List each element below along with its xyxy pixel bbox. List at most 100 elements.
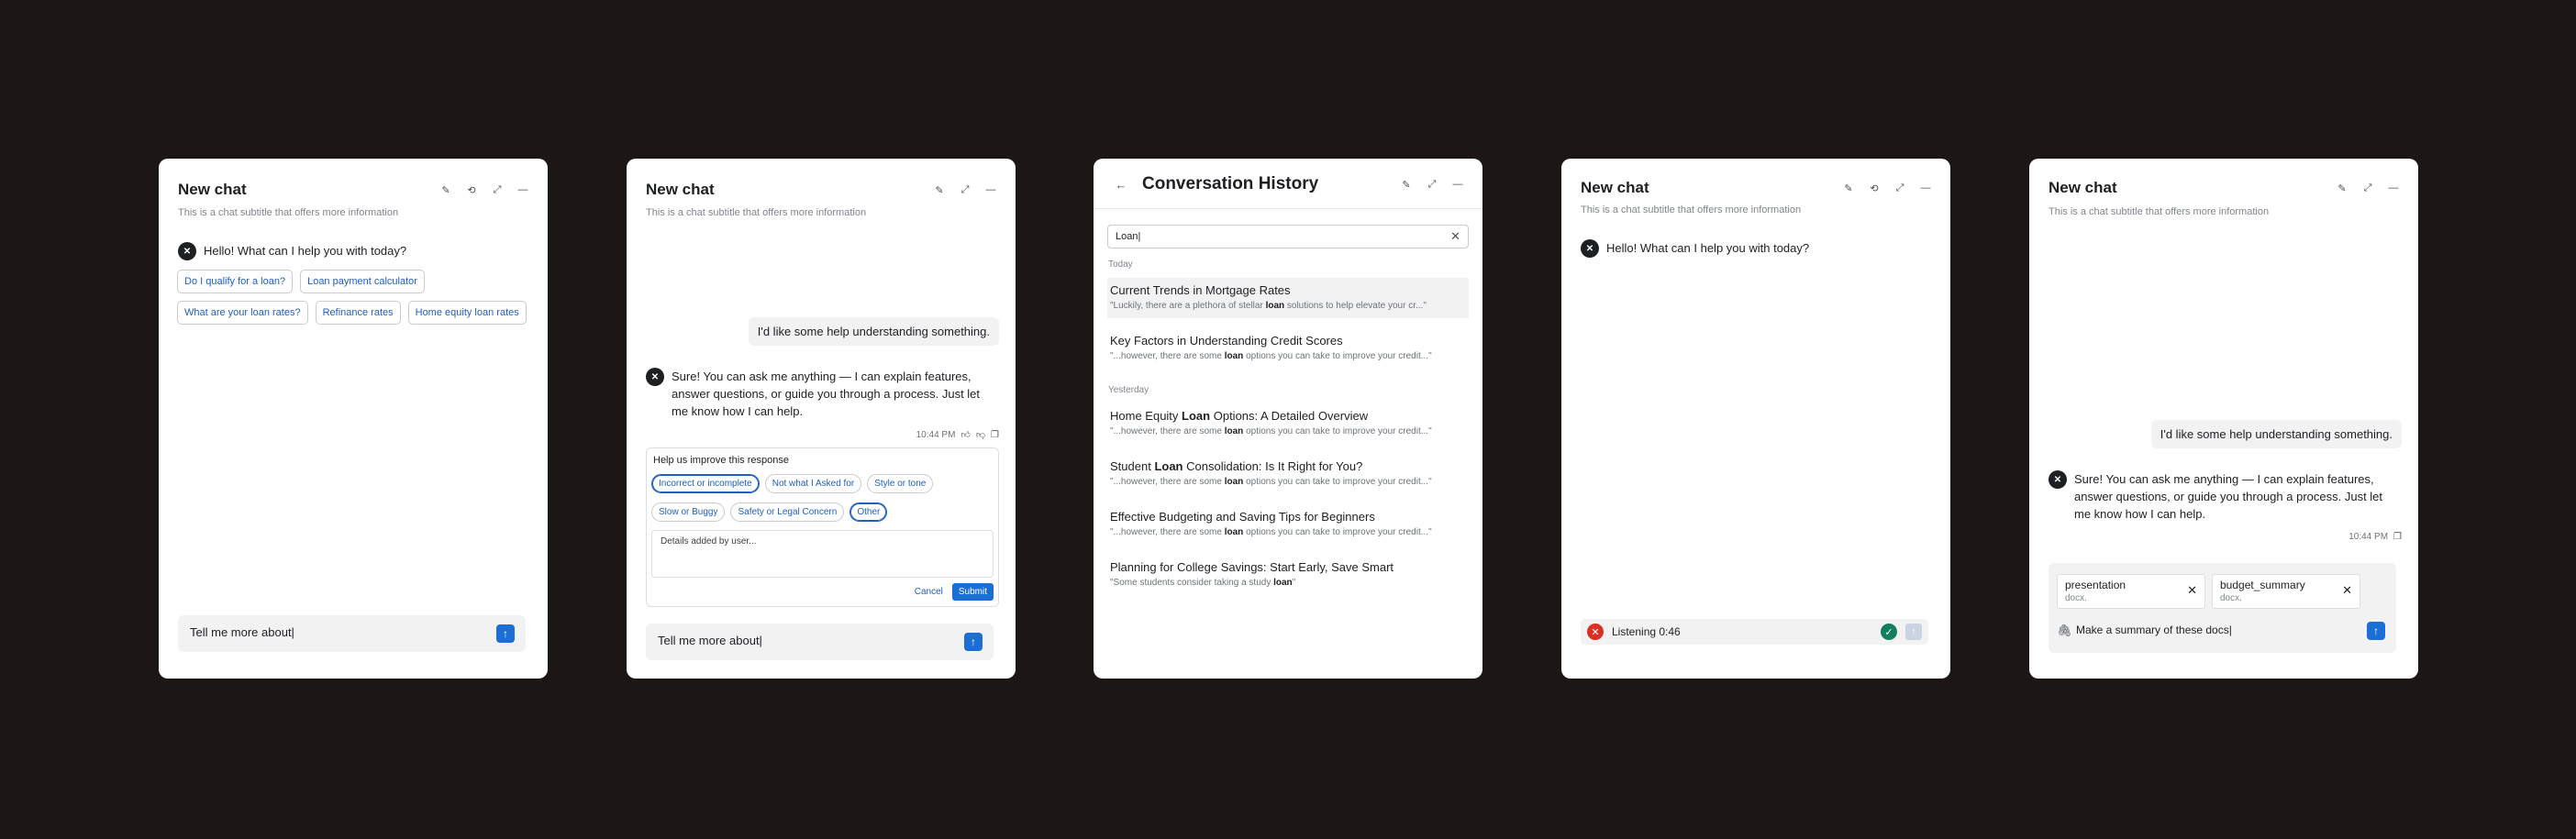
- expand-icon[interactable]: ⤢: [1890, 178, 1910, 198]
- chat-panel-listening: New chat ✎ ⟲ ⤢ — This is a chat subtitle…: [1561, 159, 1950, 679]
- search-value: Loan|: [1116, 231, 1141, 242]
- history-icon[interactable]: ⟲: [461, 180, 482, 200]
- suggestion-chip[interactable]: Loan payment calculator: [300, 270, 425, 293]
- history-search-input[interactable]: Loan| ✕: [1107, 225, 1469, 248]
- feedback-option[interactable]: Style or tone: [867, 474, 934, 493]
- back-arrow-icon[interactable]: ←: [1111, 174, 1131, 194]
- history-title: Conversation History: [1142, 174, 1319, 193]
- bot-message: ✕ Hello! What can I help you with today?: [178, 242, 406, 260]
- feedback-option[interactable]: Not what I Asked for: [764, 474, 862, 493]
- group-label-yesterday: Yesterday: [1108, 385, 1149, 395]
- edit-icon[interactable]: ✎: [436, 180, 456, 200]
- suggestion-chip[interactable]: Do I qualify for a loan?: [177, 270, 294, 293]
- search-match: loan: [1224, 351, 1244, 361]
- message-meta: 10:44 PM 👍︎ 👎︎ ❐: [916, 429, 999, 441]
- suggestion-row-2: What are your loan rates? Refinance rate…: [177, 301, 527, 325]
- snippet-text: options you can take to improve your cre…: [1243, 351, 1432, 361]
- user-message: I'd like some help understanding somethi…: [748, 317, 999, 346]
- minimize-icon[interactable]: —: [513, 180, 533, 200]
- history-item-title: Current Trends in Mortgage Rates: [1110, 282, 1466, 299]
- suggestion-chip[interactable]: Home equity loan rates: [407, 301, 527, 325]
- history-icon[interactable]: ⟲: [1864, 178, 1884, 198]
- message-input[interactable]: Tell me more about| ↑: [646, 624, 994, 660]
- chat-subtitle: This is a chat subtitle that offers more…: [646, 207, 867, 218]
- feedback-option[interactable]: Other: [849, 502, 888, 522]
- attachment-type: docx.: [2220, 593, 2242, 603]
- bot-avatar: ✕: [178, 242, 196, 260]
- title-text: Student: [1110, 459, 1155, 473]
- thumbs-up-icon[interactable]: 👍︎: [960, 429, 970, 440]
- minimize-icon[interactable]: —: [1448, 174, 1468, 194]
- message-input-text: Tell me more about|: [658, 634, 762, 647]
- check-icon[interactable]: ✓: [1881, 624, 1897, 640]
- history-item[interactable]: Home Equity Loan Options: A Detailed Ove…: [1107, 403, 1475, 444]
- cancel-button[interactable]: Cancel: [911, 583, 947, 601]
- close-icon[interactable]: ✕: [2342, 583, 2352, 598]
- snippet-text: options you can take to improve your cre…: [1243, 477, 1432, 487]
- close-icon[interactable]: ✕: [1450, 229, 1460, 244]
- expand-icon[interactable]: ⤢: [955, 180, 975, 200]
- copy-icon[interactable]: ❐: [2393, 532, 2402, 542]
- cancel-recording-icon[interactable]: ✕: [1587, 624, 1604, 640]
- send-icon[interactable]: ↑: [2367, 622, 2385, 640]
- edit-icon[interactable]: ✎: [1396, 174, 1416, 194]
- history-item[interactable]: Key Factors in Understanding Credit Scor…: [1107, 328, 1475, 369]
- send-icon[interactable]: ↑: [496, 624, 515, 643]
- history-item[interactable]: Current Trends in Mortgage Rates "Luckily…: [1107, 278, 1469, 318]
- listening-status: Listening 0:46: [1612, 625, 1681, 638]
- message-input[interactable]: Make a summary of these docs|: [2076, 624, 2232, 636]
- attachment-name: presentation: [2065, 579, 2126, 591]
- group-label-today: Today: [1108, 259, 1133, 270]
- minimize-icon[interactable]: —: [981, 180, 1001, 200]
- feedback-option[interactable]: Incorrect or incomplete: [651, 474, 760, 493]
- suggestion-chip[interactable]: What are your loan rates?: [177, 301, 308, 325]
- edit-icon[interactable]: ✎: [1838, 178, 1859, 198]
- chat-panel-attachments: New chat ✎ ⤢ — This is a chat subtitle t…: [2029, 159, 2418, 679]
- bot-message: ✕ Hello! What can I help you with today?: [1581, 239, 1809, 258]
- expand-icon[interactable]: ⤢: [487, 180, 507, 200]
- edit-icon[interactable]: ✎: [2332, 178, 2352, 198]
- snippet-text: ": [1292, 578, 1296, 588]
- submit-button[interactable]: Submit: [951, 583, 994, 601]
- title-text: Home Equity: [1110, 409, 1183, 423]
- title-text: Planning for College Savings: Start Earl…: [1110, 560, 1394, 574]
- chat-subtitle: This is a chat subtitle that offers more…: [178, 207, 399, 218]
- close-icon[interactable]: ✕: [2187, 583, 2197, 598]
- search-match: loan: [1224, 426, 1244, 436]
- attachment-chip[interactable]: budget_summary docx. ✕: [2212, 574, 2360, 609]
- expand-icon[interactable]: ⤢: [2358, 178, 2378, 198]
- attachment-type: docx.: [2065, 593, 2087, 603]
- copy-icon[interactable]: ❐: [991, 430, 999, 440]
- message-meta: 10:44 PM ❐: [2348, 532, 2402, 542]
- attachment-chip[interactable]: presentation docx. ✕: [2057, 574, 2205, 609]
- history-item[interactable]: Effective Budgeting and Saving Tips for …: [1107, 504, 1475, 545]
- message-input-text: Tell me more about|: [190, 625, 294, 639]
- feedback-details-field[interactable]: Details added by user...: [651, 530, 994, 578]
- chat-header: New chat ✎ ⟲ ⤢ —: [1581, 177, 1936, 199]
- suggestion-chip[interactable]: Refinance rates: [315, 301, 401, 325]
- chat-panel-feedback: New chat ✎ ⤢ — This is a chat subtitle t…: [627, 159, 1016, 679]
- send-icon[interactable]: ↑: [964, 633, 983, 651]
- feedback-form: Help us improve this response Incorrect …: [646, 447, 999, 607]
- chat-header: New chat ✎ ⤢ —: [2049, 177, 2404, 199]
- feedback-option[interactable]: Safety or Legal Concern: [730, 502, 845, 522]
- minimize-icon[interactable]: —: [1915, 178, 1936, 198]
- feedback-option[interactable]: Slow or Buggy: [651, 502, 726, 522]
- history-item-title: Student Loan Consolidation: Is It Right …: [1110, 458, 1472, 475]
- edit-icon[interactable]: ✎: [929, 180, 949, 200]
- message-input[interactable]: Tell me more about| ↑: [178, 615, 526, 652]
- bot-avatar: ✕: [1581, 239, 1599, 258]
- paperclip-icon[interactable]: 🖇︎: [2057, 624, 2072, 638]
- history-item[interactable]: Planning for College Savings: Start Earl…: [1107, 555, 1475, 595]
- divider: [1094, 208, 1482, 209]
- title-text: Key Factors in Understanding Credit Scor…: [1110, 334, 1343, 348]
- thumbs-down-icon[interactable]: 👎︎: [976, 429, 985, 440]
- send-icon[interactable]: ↑: [1905, 624, 1922, 640]
- snippet-text: "Luckily, there are a plethora of stella…: [1110, 301, 1266, 311]
- snippet-text: solutions to help elevate your cr...": [1284, 301, 1427, 311]
- history-item-snippet: "Some students consider taking a study l…: [1110, 576, 1472, 590]
- history-item[interactable]: Student Loan Consolidation: Is It Right …: [1107, 454, 1475, 494]
- minimize-icon[interactable]: —: [2383, 178, 2404, 198]
- history-item-snippet: "...however, there are some loan options…: [1110, 425, 1472, 438]
- expand-icon[interactable]: ⤢: [1422, 174, 1442, 194]
